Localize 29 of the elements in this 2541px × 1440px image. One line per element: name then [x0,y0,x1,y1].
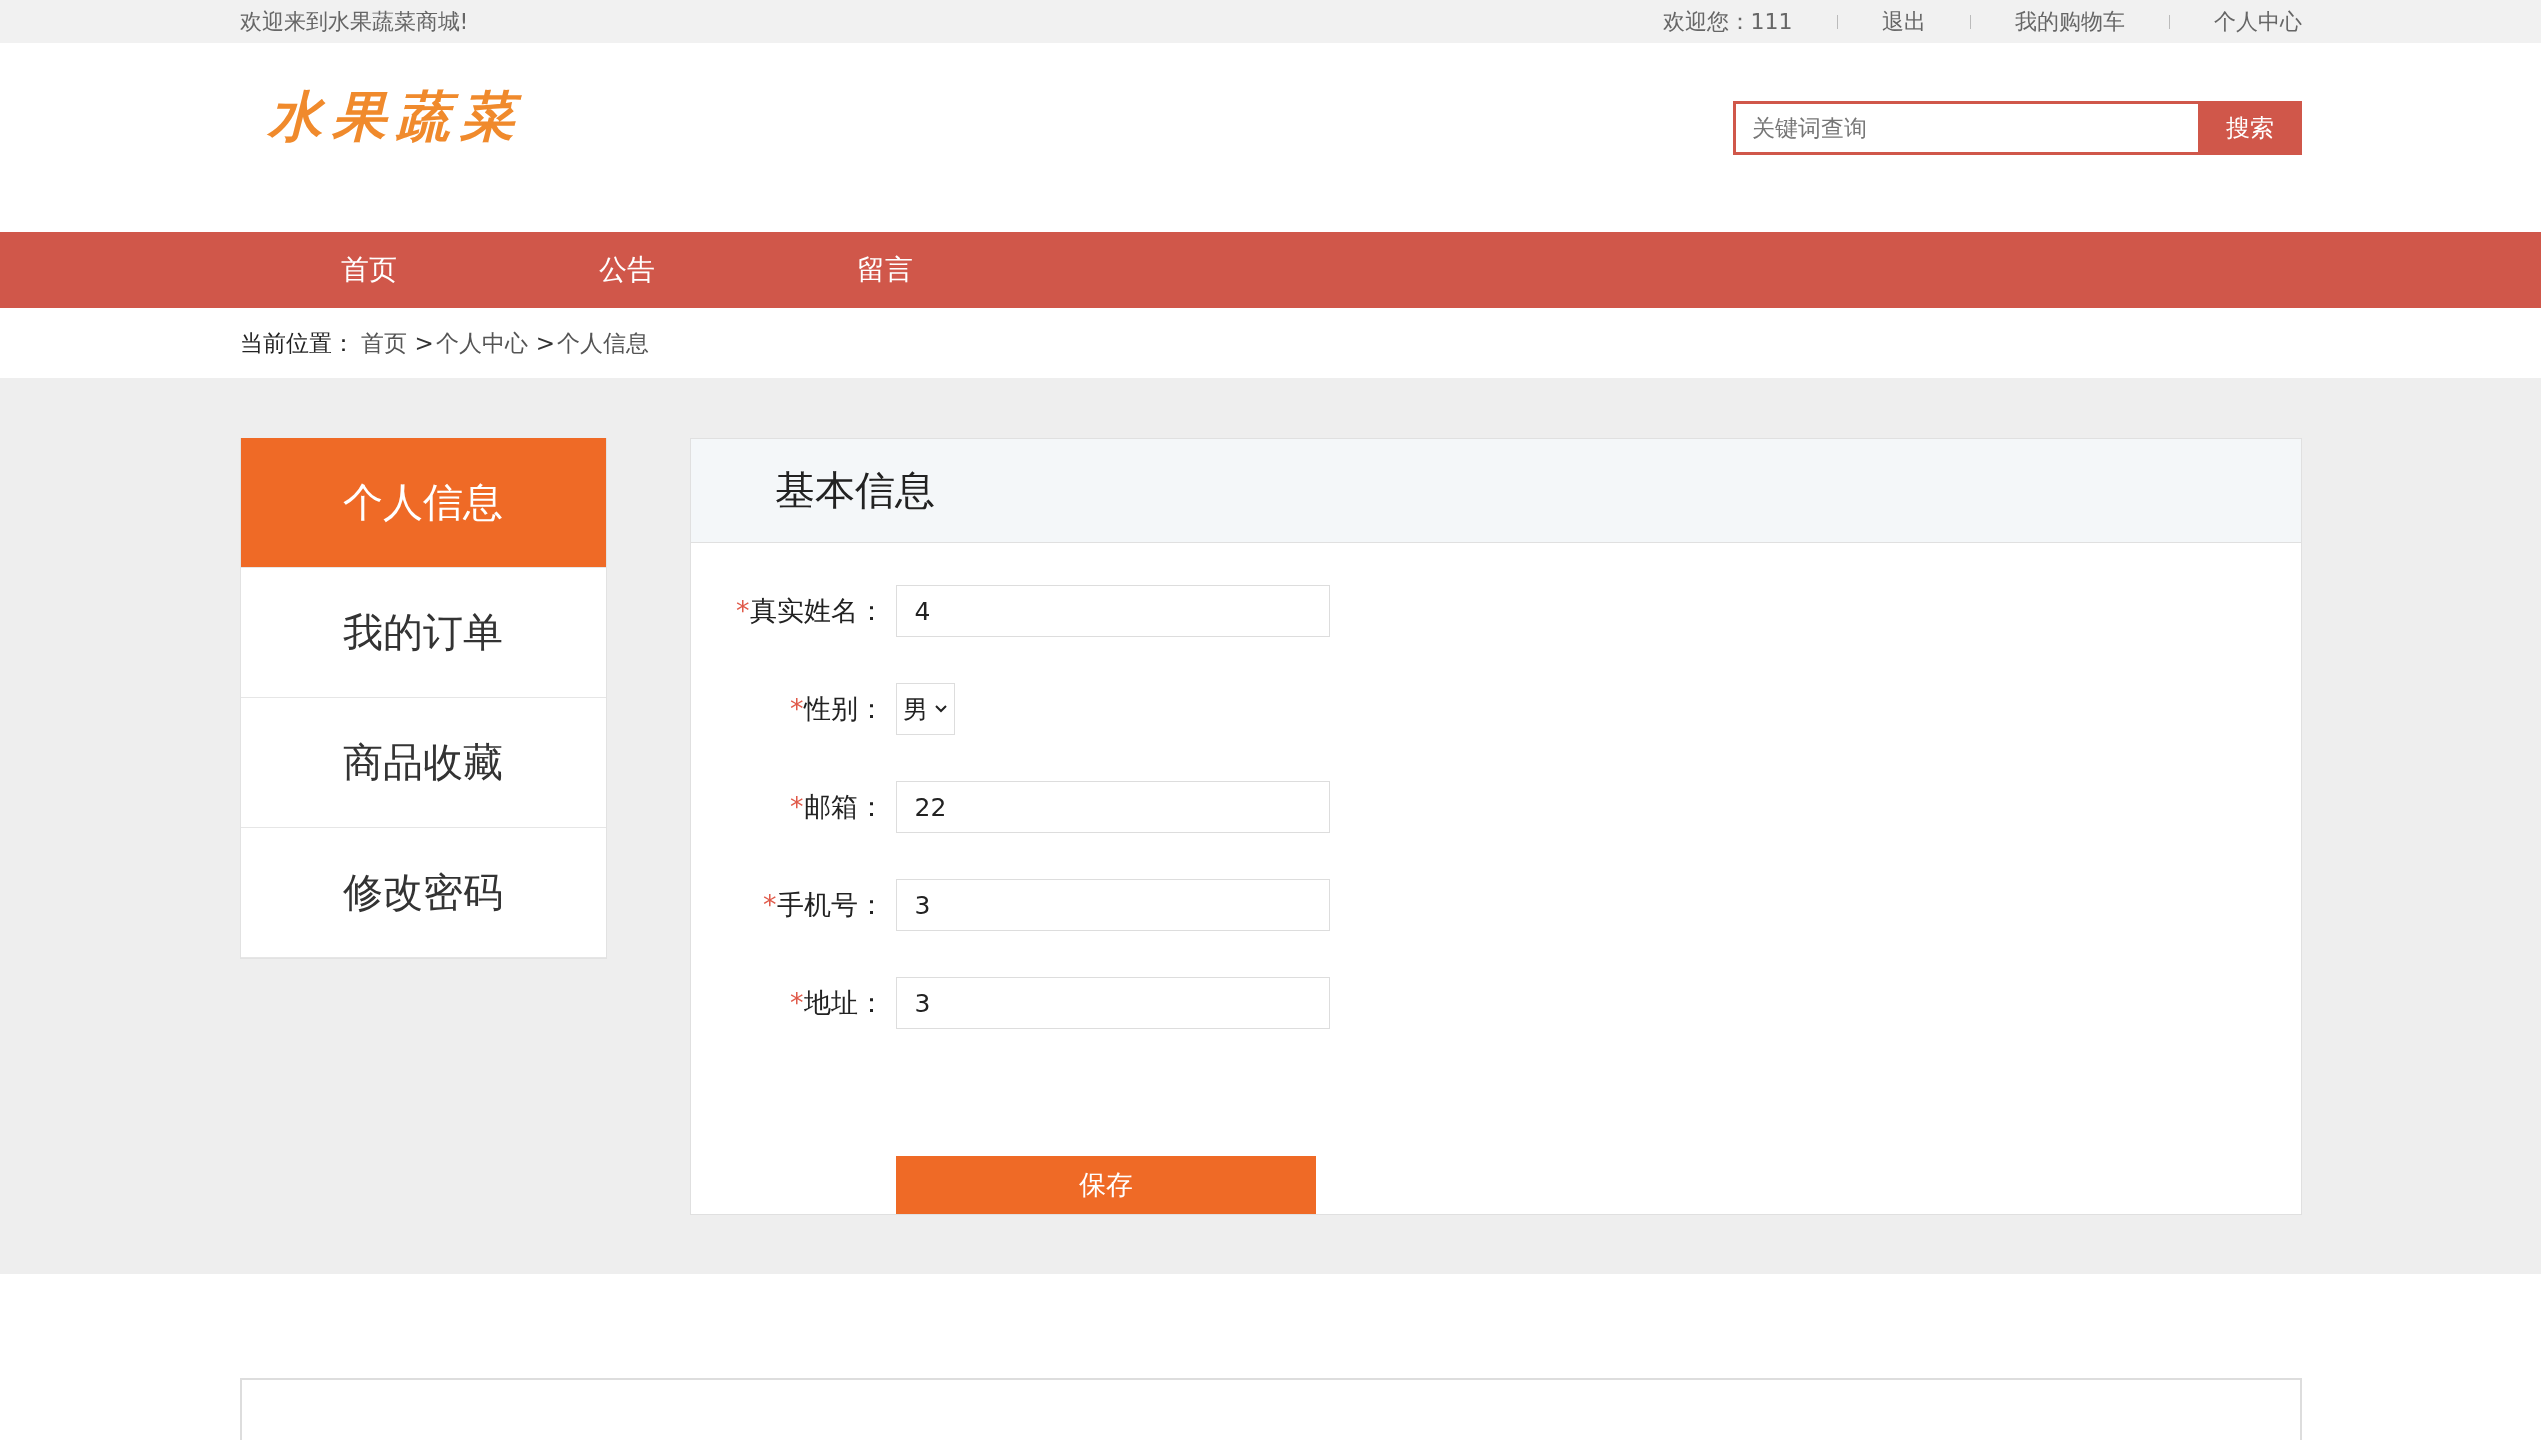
field-label: *手机号： [762,888,885,922]
gender-select[interactable]: 男 [895,683,955,735]
panel-title: 基本信息 [774,466,935,515]
nav-item[interactable]: 留言 [755,251,1014,289]
field-label: *邮箱： [789,790,885,824]
breadcrumb-link[interactable]: 个人信息 [557,327,650,359]
welcome-text: 欢迎来到水果蔬菜商城! [239,7,469,36]
breadcrumb-separator: > [414,330,434,356]
top-link[interactable]: 我的购物车 [2014,6,2125,37]
input-field[interactable]: 3 [895,977,1330,1029]
breadcrumb-separator: > [535,330,556,356]
top-link[interactable]: 个人中心 [2213,6,2302,37]
input-field[interactable]: 4 [895,585,1330,637]
breadcrumb-label: 当前位置： [239,328,355,358]
input-field[interactable]: 3 [895,879,1330,931]
logo: 水果蔬菜 [267,83,524,150]
breadcrumb-link[interactable]: 个人中心 [435,327,528,359]
nav-item[interactable]: 首页 [239,251,498,289]
field-label: *真实姓名： [735,594,885,628]
breadcrumb-link[interactable]: 首页 [360,327,407,359]
search-button[interactable]: 搜索 [2197,100,2302,155]
field-label: *地址： [789,986,885,1020]
input-field[interactable]: 22 [895,781,1330,833]
chevron-down-icon [933,704,948,714]
top-link[interactable]: 退出 [1881,6,1926,37]
search-field[interactable]: 关键词查询 [1732,100,2198,155]
field-label: *性别： [789,692,885,726]
user-greeting: 欢迎您：111 [1662,7,1793,36]
nav-item[interactable]: 公告 [497,251,756,289]
